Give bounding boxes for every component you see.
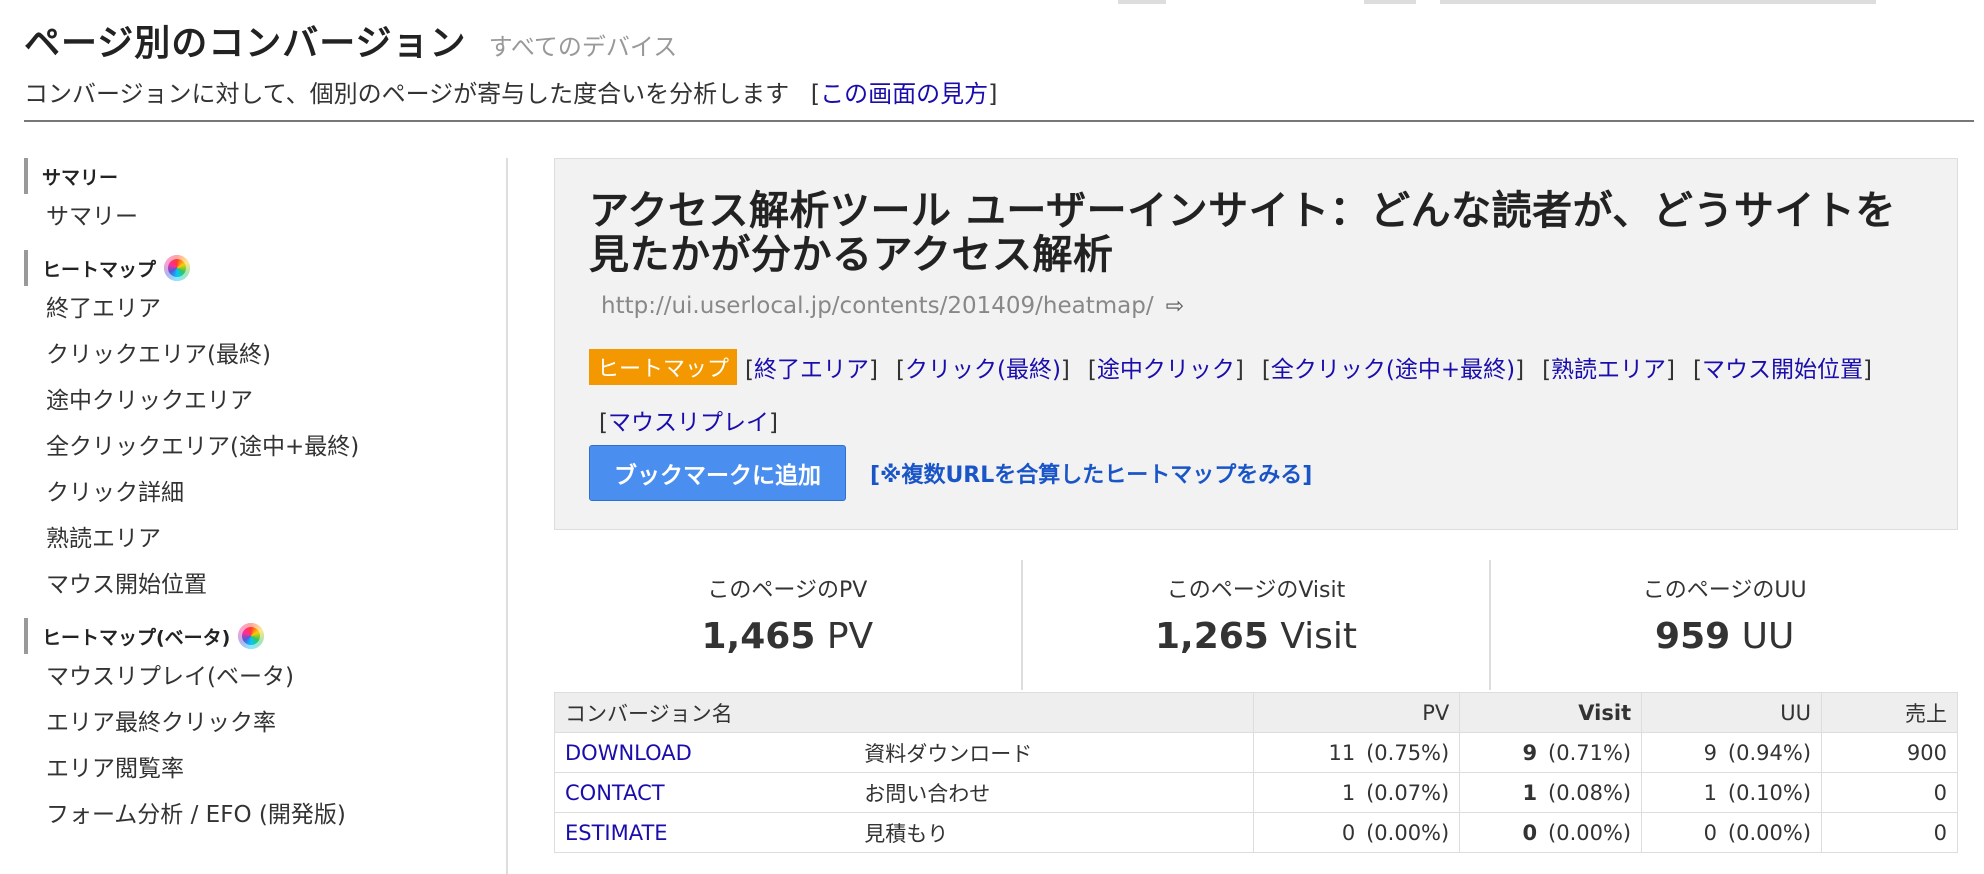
col-header-visit[interactable]: Visit — [1459, 692, 1643, 733]
page-name: アクセス解析ツール ユーザーインサイト：どんな読者が、どうサイトを見たかが分かる… — [589, 188, 1896, 278]
sidebar-item-mouse-start[interactable]: マウス開始位置 — [24, 562, 506, 608]
sidebar-item-all-click-area[interactable]: 全クリックエリア(途中+最終) — [24, 424, 506, 470]
pv-cell: 11 (0.75%) — [1253, 732, 1461, 773]
uu-cell: 1 (0.10%) — [1641, 772, 1823, 813]
stat-label: このページのVisit — [1166, 578, 1346, 603]
stat-uu: このページのUU 959 UU — [1489, 560, 1958, 690]
top-control-stub — [1440, 0, 1876, 4]
sidebar-heading: サマリー — [24, 158, 506, 194]
sidebar-section-heatmap-beta: ヒートマップ(ベータ) マウスリプレイ(ベータ) エリア最終クリック率 エリア閲… — [24, 618, 506, 838]
sidebar-item-mouse-replay[interactable]: マウスリプレイ(ベータ) — [24, 654, 506, 700]
conversion-table: コンバージョン名 PV Visit UU 売上 DOWNLOAD 資料ダウンロー… — [553, 692, 1958, 853]
conversion-id-link[interactable]: ESTIMATE — [554, 812, 855, 853]
stat-value: 1,465 PV — [701, 616, 874, 657]
sidebar-item-area-final-click-rate[interactable]: エリア最終クリック率 — [24, 700, 506, 746]
table-row: DOWNLOAD 資料ダウンロード 11 (0.75%) 9 (0.71%) 9 (0… — [554, 732, 1958, 773]
conversion-desc: お問い合わせ — [854, 772, 1255, 813]
conversion-desc: 資料ダウンロード — [854, 732, 1255, 773]
top-control-stub — [1364, 0, 1416, 4]
sidebar-heading: ヒートマップ(ベータ) — [24, 618, 506, 654]
sales-cell: 900 — [1821, 732, 1958, 773]
header-divider — [24, 120, 1974, 122]
col-header-sales[interactable]: 売上 — [1821, 692, 1958, 733]
table-row: CONTACT お問い合わせ 1 (0.07%) 1 (0.08%) 1 (0.10%… — [554, 772, 1958, 813]
table-row: ESTIMATE 見積もり 0 (0.00%) 0 (0.00%) 0 (0.00%)… — [554, 812, 1958, 853]
sidebar-item-click-detail[interactable]: クリック詳細 — [24, 470, 506, 516]
pv-cell: 0 (0.00%) — [1253, 812, 1461, 853]
sidebar-section-summary: サマリー サマリー — [24, 158, 506, 240]
page-info-panel: アクセス解析ツール ユーザーインサイト：どんな読者が、どうサイトを見たかが分かる… — [554, 158, 1958, 530]
sidebar-item-read-area[interactable]: 熟読エリア — [24, 516, 506, 562]
stat-value: 1,265 Visit — [1154, 616, 1358, 657]
page-title: ページ別のコンバージョン — [24, 23, 467, 64]
tab-mouse-start[interactable]: [マウス開始位置] — [1693, 350, 1872, 384]
tab-click-final[interactable]: [クリック(最終)] — [896, 350, 1070, 384]
table-header-row: コンバージョン名 PV Visit UU 売上 — [553, 692, 1958, 733]
sidebar-item-mid-click-area[interactable]: 途中クリックエリア — [24, 378, 506, 424]
conversion-desc: 見積もり — [854, 812, 1255, 853]
sidebar-item-click-area-final[interactable]: クリックエリア(最終) — [24, 332, 506, 378]
pv-cell: 1 (0.07%) — [1253, 772, 1461, 813]
sidebar-heading: ヒートマップ — [24, 250, 506, 286]
tab-heatmap-active: ヒートマップ — [589, 349, 738, 385]
conversion-id-link[interactable]: DOWNLOAD — [554, 732, 855, 773]
visit-cell: 1 (0.08%) — [1459, 772, 1643, 813]
multi-url-heatmap-link[interactable]: [※複数URLを合算したヒートマップをみる] — [870, 457, 1312, 489]
color-wheel-icon — [164, 255, 191, 281]
add-bookmark-button[interactable]: ブックマークに追加 — [589, 445, 846, 501]
tab-mouse-replay[interactable]: [マウスリプレイ] — [599, 403, 778, 437]
stat-pv: このページのPV 1,465 PV — [554, 560, 1021, 690]
sidebar: サマリー サマリー ヒートマップ 終了エリア クリックエリア(最終) 途中クリッ… — [24, 158, 508, 874]
stat-value: 959 UU — [1655, 616, 1795, 657]
conversion-id-link[interactable]: CONTACT — [554, 772, 855, 813]
stat-label: このページのPV — [707, 578, 868, 603]
visit-cell: 0 (0.00%) — [1459, 812, 1643, 853]
col-header-uu[interactable]: UU — [1641, 692, 1823, 733]
sidebar-item-area-view-rate[interactable]: エリア閲覧率 — [24, 746, 506, 792]
tab-mid-click[interactable]: [途中クリック] — [1088, 350, 1244, 384]
sidebar-section-heatmap: ヒートマップ 終了エリア クリックエリア(最終) 途中クリックエリア 全クリック… — [24, 250, 506, 608]
page-actions: ブックマークに追加 [※複数URLを合算したヒートマップをみる] — [589, 445, 1923, 501]
sales-cell: 0 — [1821, 812, 1958, 853]
tab-exit-area[interactable]: [終了エリア] — [745, 350, 878, 384]
sales-cell: 0 — [1821, 772, 1958, 813]
uu-cell: 9 (0.94%) — [1641, 732, 1823, 773]
stat-visit: このページのVisit 1,265 Visit — [1020, 560, 1490, 690]
help-link[interactable]: この画面の見方 — [820, 80, 988, 108]
device-label: すべてのデバイス — [488, 33, 678, 61]
heatmap-tabs: ヒートマップ [終了エリア] [クリック(最終)] [途中クリック] [全クリッ… — [589, 349, 1923, 437]
page-url-row: http://ui.userlocal.jp/contents/201409/h… — [601, 293, 1923, 319]
page-header: ページ別のコンバージョン すべてのデバイス コンバージョンに対して、個別のページ… — [24, 14, 1974, 109]
col-header-name[interactable]: コンバージョン名 — [553, 692, 1255, 733]
sidebar-item-summary[interactable]: サマリー — [24, 194, 506, 240]
color-wheel-icon — [238, 623, 265, 649]
main-content: アクセス解析ツール ユーザーインサイト：どんな読者が、どうサイトを見たかが分かる… — [553, 158, 1958, 853]
external-link-icon[interactable]: ⇨ — [1166, 294, 1184, 319]
visit-cell: 9 (0.71%) — [1459, 732, 1643, 773]
page-url: http://ui.userlocal.jp/contents/201409/h… — [601, 293, 1154, 319]
sidebar-item-exit-area[interactable]: 終了エリア — [24, 286, 506, 332]
description-text: コンバージョンに対して、個別のページが寄与した度合いを分析します — [24, 80, 790, 108]
uu-cell: 0 (0.00%) — [1641, 812, 1823, 853]
top-control-stub — [1118, 0, 1166, 4]
page-description: コンバージョンに対して、個別のページが寄与した度合いを分析します [この画面の見… — [24, 80, 998, 108]
page-stats: このページのPV 1,465 PV このページのVisit 1,265 Visi… — [554, 560, 1958, 690]
tab-all-click[interactable]: [全クリック(途中+最終)] — [1262, 350, 1524, 384]
tab-read-area[interactable]: [熟読エリア] — [1542, 350, 1675, 384]
col-header-pv[interactable]: PV — [1253, 692, 1461, 733]
stat-label: このページのUU — [1642, 578, 1807, 603]
sidebar-item-form-analysis[interactable]: フォーム分析 / EFO (開発版) — [24, 792, 506, 838]
